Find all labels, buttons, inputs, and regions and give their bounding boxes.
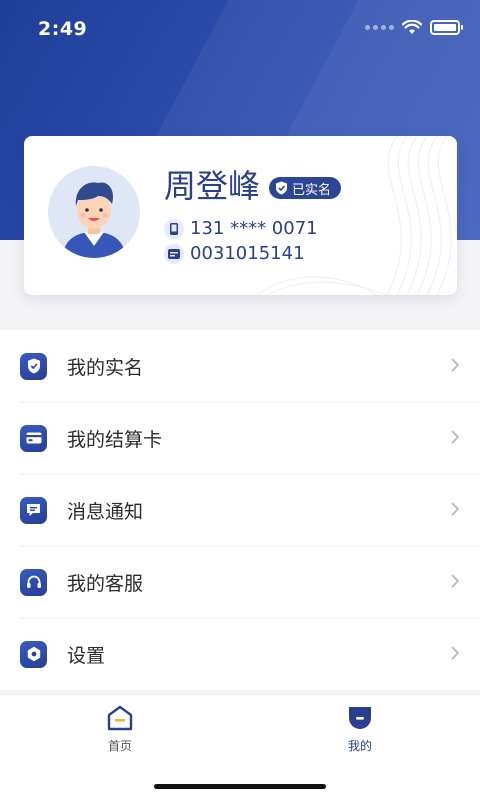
chevron-right-icon	[451, 502, 460, 516]
chevron-right-icon	[451, 358, 460, 372]
tab-label: 我的	[347, 739, 372, 753]
signal-icon	[365, 25, 394, 30]
wifi-icon	[402, 20, 422, 34]
home-icon	[107, 705, 133, 731]
chevron-right-icon	[451, 574, 460, 588]
status-bar: 2:49	[0, 0, 480, 60]
menu-item-settlement-card[interactable]: 我的结算卡	[0, 402, 480, 474]
id-card-icon	[164, 243, 184, 264]
status-icons	[365, 20, 463, 35]
menu-item-real-name[interactable]: 我的实名	[0, 330, 480, 402]
menu-label: 消息通知	[67, 500, 144, 523]
card-decoration	[257, 136, 452, 295]
chevron-right-icon	[451, 430, 460, 444]
gear-icon	[20, 640, 47, 668]
avatar	[48, 166, 140, 258]
profile-icon	[349, 707, 371, 729]
menu-label: 我的结算卡	[67, 428, 163, 451]
verified-badge-label: 已实名	[292, 182, 332, 198]
chevron-right-icon	[451, 646, 460, 660]
card-icon	[20, 424, 47, 452]
home-indicator	[154, 784, 326, 789]
account-number: 0031015141	[190, 243, 305, 264]
menu-label: 我的实名	[67, 356, 144, 379]
phone-icon	[164, 218, 184, 239]
shield-check-icon	[276, 181, 287, 195]
message-icon	[20, 496, 47, 524]
user-name: 周登峰	[164, 167, 261, 205]
menu-list: 我的实名 我的结算卡 消息通知 我的客服 设置	[0, 330, 480, 690]
tab-mine[interactable]: 我的	[320, 705, 400, 754]
shield-check-icon	[20, 352, 47, 380]
account-line: 0031015141	[164, 243, 305, 264]
menu-item-notifications[interactable]: 消息通知	[0, 474, 480, 546]
menu-label: 我的客服	[67, 572, 144, 595]
profile-card[interactable]: 周登峰 已实名 131 **** 0071 0031015141	[24, 136, 457, 295]
menu-label: 设置	[67, 644, 106, 667]
menu-item-settings[interactable]: 设置	[0, 618, 480, 690]
headset-icon	[20, 568, 47, 596]
phone-number: 131 **** 0071	[190, 218, 318, 239]
phone-line: 131 **** 0071	[164, 218, 318, 239]
status-time: 2:49	[38, 18, 88, 40]
battery-icon	[430, 20, 463, 35]
menu-item-customer-service[interactable]: 我的客服	[0, 546, 480, 618]
tab-home[interactable]: 首页	[80, 705, 160, 754]
tab-label: 首页	[107, 739, 132, 753]
verified-badge: 已实名	[269, 177, 342, 199]
